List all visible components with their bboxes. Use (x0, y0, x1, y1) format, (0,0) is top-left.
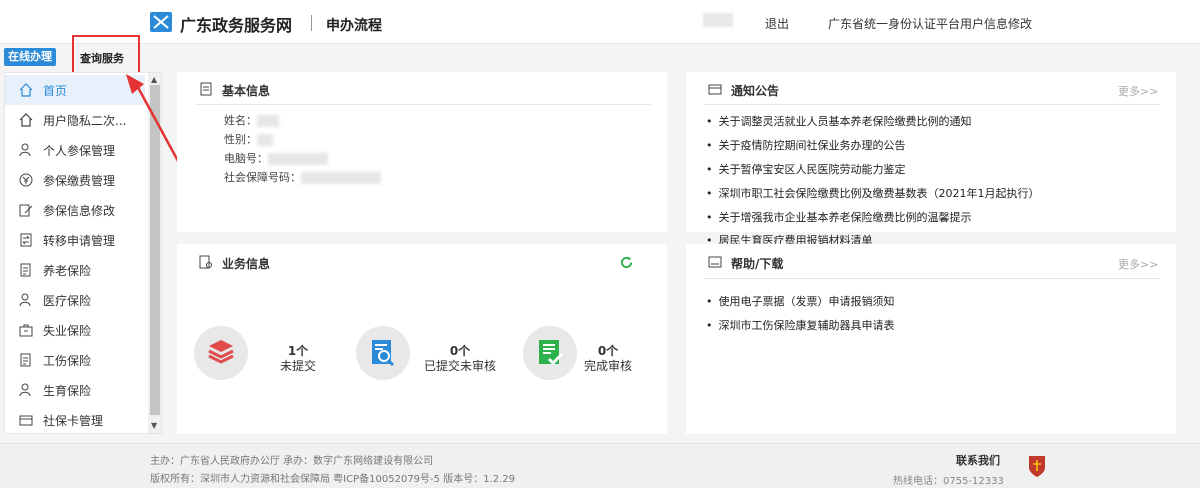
announcement-icon (708, 84, 722, 95)
refresh-icon[interactable] (620, 256, 633, 269)
notice-item[interactable]: 关于疫情防控期间社保业务办理的公告 (706, 137, 906, 153)
logout-link[interactable]: 退出 (765, 15, 789, 32)
sidebar-item-label: 首页 (43, 83, 68, 98)
page-footer: 主办：广东省人民政府办公厅 承办：数字广东网络建设有限公司 版权所有：深圳市人力… (0, 443, 1200, 488)
sidebar-item-label: 工伤保险 (43, 353, 92, 368)
sidebar-item-medical[interactable]: 医疗保险 (5, 285, 145, 315)
download-icon (708, 256, 722, 268)
info-label: 性别： (224, 133, 257, 146)
home-icon (19, 83, 33, 97)
money-icon (19, 173, 33, 187)
info-row-pc-number: 电脑号： (224, 150, 328, 166)
sidebar-item-label: 失业保险 (43, 323, 92, 338)
notice-title: 通知公告 (731, 84, 780, 98)
footer-contact-link[interactable]: 联系我们 (956, 452, 1000, 468)
top-header: 广东政务服务网 申办流程 退出 广东省统一身份认证平台用户信息修改 (0, 0, 1200, 44)
basic-info-title: 基本信息 (222, 84, 271, 98)
stat-pending-label: 已提交未审核 (423, 359, 496, 373)
footer-copyright: 版权所有：深圳市人力资源和社会保障局 粤ICP备10052079号-5 版本号：… (150, 474, 515, 485)
notice-more-link[interactable]: 更多>> (1118, 83, 1158, 99)
sidebar-item-card[interactable]: 社保卡管理 (5, 405, 145, 433)
checked-document-icon (539, 340, 564, 366)
sidebar-item-label: 转移申请管理 (43, 233, 116, 248)
transfer-icon (20, 233, 32, 247)
help-panel (686, 244, 1176, 434)
gov-logo-icon (150, 12, 172, 32)
search-document-icon (199, 255, 212, 269)
card-icon (19, 415, 33, 426)
person-icon (19, 143, 31, 157)
notice-item[interactable]: 关于暂停宝安区人民医院劳动能力鉴定 (706, 161, 906, 177)
sidebar-item-label: 个人参保管理 (43, 143, 116, 158)
redacted-value (268, 153, 328, 165)
notice-item[interactable]: 关于增强我市企业基本养老保险缴费比例的温馨提示 (706, 209, 972, 225)
document-icon (20, 263, 31, 277)
sidebar-item-label: 生育保险 (43, 383, 92, 398)
info-label: 社会保障号码： (224, 171, 301, 184)
redacted-value (257, 115, 279, 127)
document-icon (20, 353, 31, 367)
person-icon (19, 383, 31, 397)
business-info-panel (177, 244, 667, 434)
briefcase-icon (19, 324, 33, 337)
footer-hotline: 热线电话：0755-12333 (893, 476, 1004, 487)
help-divider (704, 278, 1160, 279)
tab-online[interactable]: 在线办理 (4, 48, 56, 66)
notice-divider (704, 104, 1160, 105)
sidebar-item-work-injury[interactable]: 工伤保险 (5, 345, 145, 375)
redacted-value (301, 172, 381, 184)
profile-edit-link[interactable]: 广东省统一身份认证平台用户信息修改 (828, 15, 1032, 32)
sidebar-item-label: 用户隐私二次... (43, 113, 127, 128)
edit-icon (19, 204, 33, 217)
stack-icon (208, 340, 234, 364)
search-document-icon (372, 340, 395, 367)
basic-info-divider (195, 104, 651, 105)
info-row-name: 姓名： (224, 112, 279, 128)
help-item[interactable]: 深圳市工伤保险康复辅助器具申请表 (706, 317, 895, 333)
scroll-down-icon[interactable]: ▼ (151, 421, 157, 430)
info-label: 电脑号： (224, 152, 268, 165)
stat-unsubmitted-label: 未提交 (279, 359, 316, 373)
site-brand[interactable]: 广东政务服务网 (180, 12, 292, 36)
home-icon (19, 113, 33, 127)
business-info-title: 业务信息 (222, 257, 271, 271)
sidebar-item-label: 医疗保险 (43, 293, 92, 308)
help-item[interactable]: 使用电子票据（发票）申请报销须知 (706, 293, 895, 309)
sidebar-item-label: 参保信息修改 (43, 203, 116, 218)
footer-host-info: 主办：广东省人民政府办公厅 承办：数字广东网络建设有限公司 (150, 456, 434, 467)
sidebar-item-unemployment[interactable]: 失业保险 (5, 315, 145, 345)
government-badge-icon[interactable] (1027, 454, 1047, 478)
sidebar-item-label: 养老保险 (43, 263, 92, 278)
highlight-box (72, 35, 140, 75)
header-divider (311, 15, 312, 31)
sidebar-item-label: 社保卡管理 (43, 413, 104, 428)
document-icon (200, 82, 212, 96)
sidebar-item-maternity[interactable]: 生育保险 (5, 375, 145, 405)
person-icon (19, 293, 31, 307)
redacted-value (257, 134, 273, 146)
sidebar-item-pension[interactable]: 养老保险 (5, 255, 145, 285)
username-redacted (703, 13, 733, 27)
info-row-ssn: 社会保障号码： (224, 169, 381, 185)
stat-completed-label: 完成审核 (583, 359, 632, 373)
notice-item[interactable]: 深圳市职工社会保险缴费比例及缴费基数表（2021年1月起执行） (706, 185, 1040, 201)
info-label: 姓名： (224, 114, 257, 127)
notice-item[interactable]: 关于调整灵活就业人员基本养老保险缴费比例的通知 (706, 113, 972, 129)
page-subtitle: 申办流程 (326, 18, 382, 34)
sidebar-item-transfer[interactable]: 转移申请管理 (5, 225, 145, 255)
help-more-link[interactable]: 更多>> (1118, 256, 1158, 272)
sidebar-item-label: 参保缴费管理 (43, 173, 116, 188)
help-title: 帮助/下载 (731, 257, 784, 271)
sidebar-item-info-edit[interactable]: 参保信息修改 (5, 195, 145, 225)
info-row-gender: 性别： (224, 131, 273, 147)
